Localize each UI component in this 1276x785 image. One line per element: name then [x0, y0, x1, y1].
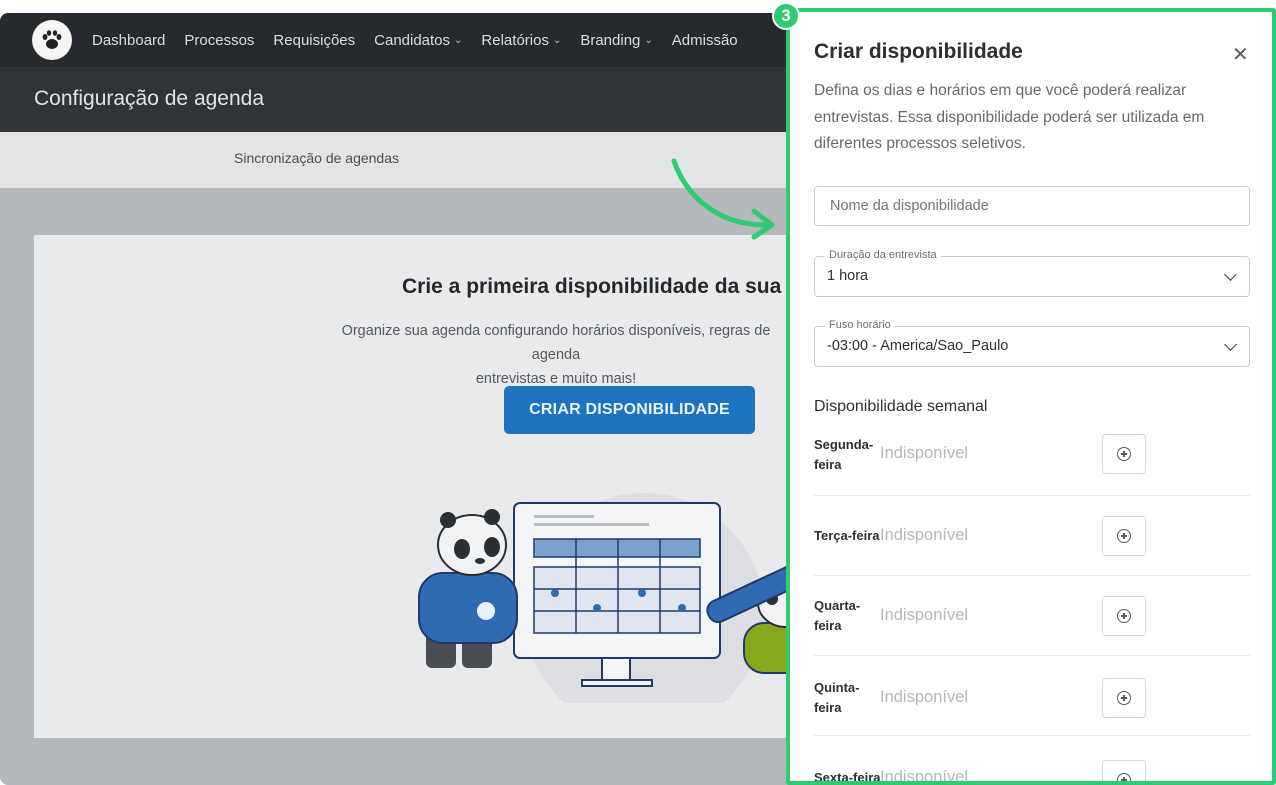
chevron-down-icon: ⌄ — [644, 34, 653, 46]
plus-circle-icon — [1117, 447, 1131, 461]
plus-circle-icon — [1117, 609, 1131, 623]
close-icon[interactable]: ✕ — [1232, 42, 1249, 67]
day-status: Indisponível — [880, 606, 969, 624]
interview-duration-label: Duração da entrevista — [825, 249, 941, 261]
day-name: Segunda- feira — [814, 437, 874, 472]
plus-circle-icon — [1117, 529, 1131, 543]
day-row-thursday: Quinta- feira Indisponível — [814, 656, 1250, 736]
background-app: Dashboard Processos Requisições Candidat… — [0, 13, 800, 785]
nav-item-requisicoes[interactable]: Requisições — [273, 32, 355, 49]
chevron-down-icon: ⌄ — [552, 34, 562, 46]
add-slot-button[interactable] — [1102, 596, 1146, 636]
panda-calendar-illustration — [418, 493, 800, 703]
page-title: Configuração de agenda — [34, 87, 265, 110]
day-name: Quinta- feira — [814, 680, 860, 715]
callout-arrow-icon — [671, 158, 775, 240]
panel-description: Defina os dias e horários em que você po… — [814, 82, 1205, 152]
step-badge: 3 — [772, 2, 800, 30]
empty-state-heading: Crie a primeira disponibilidade da sua a — [402, 275, 799, 298]
day-row-wednesday: Quarta- feira Indisponível — [814, 576, 1250, 656]
plus-circle-icon — [1117, 773, 1131, 781]
paw-logo-icon[interactable] — [32, 20, 72, 60]
availability-name-input[interactable]: Nome da disponibilidade — [814, 186, 1250, 226]
top-navbar: Dashboard Processos Requisições Candidat… — [0, 13, 800, 67]
nav-item-admissao[interactable]: Admissão — [672, 32, 738, 49]
availability-name-placeholder: Nome da disponibilidade — [830, 198, 989, 214]
nav-item-processos[interactable]: Processos — [184, 32, 254, 49]
day-row-tuesday: Terça-feira Indisponível — [814, 496, 1250, 576]
nav-menu: Dashboard Processos Requisições Candidat… — [92, 13, 738, 67]
day-row-friday: Sexta-feira Indisponível — [814, 736, 1250, 785]
create-availability-button[interactable]: CRIAR DISPONIBILIDADE — [504, 386, 755, 434]
nav-item-branding[interactable]: Branding ⌄ — [580, 32, 652, 49]
timezone-value: -03:00 - America/Sao_Paulo — [827, 338, 1009, 354]
day-name: Sexta-feira — [814, 770, 881, 785]
nav-item-dashboard[interactable]: Dashboard — [92, 32, 165, 49]
add-slot-button[interactable] — [1102, 678, 1146, 718]
nav-item-candidatos[interactable]: Candidatos ⌄ — [374, 32, 462, 49]
add-slot-button[interactable] — [1102, 516, 1146, 556]
interview-duration-select[interactable]: Duração da entrevista 1 hora — [814, 249, 1250, 297]
day-name: Terça-feira — [814, 528, 880, 543]
add-slot-button[interactable] — [1102, 434, 1146, 474]
page-header: Configuração de agenda — [0, 67, 800, 132]
timezone-label: Fuso horário — [825, 319, 895, 331]
chevron-down-icon — [1224, 338, 1237, 351]
nav-item-relatorios[interactable]: Relatórios ⌄ — [481, 32, 561, 49]
day-row-monday: Segunda- feira Indisponível — [814, 416, 1250, 496]
main-content: Crie a primeira disponibilidade da sua a… — [0, 188, 800, 785]
create-availability-panel: Criar disponibilidade ✕ Defina os dias e… — [786, 8, 1276, 785]
plus-circle-icon — [1117, 691, 1131, 705]
interview-duration-value: 1 hora — [827, 268, 869, 284]
empty-state-card: Crie a primeira disponibilidade da sua a… — [34, 235, 800, 738]
weekly-availability-title: Disponibilidade semanal — [814, 398, 988, 415]
add-slot-button[interactable] — [1102, 760, 1146, 781]
timezone-select[interactable]: Fuso horário -03:00 - America/Sao_Paulo — [814, 319, 1250, 367]
tab-sincronizacao[interactable]: Sincronização de agendas — [234, 150, 399, 166]
day-status: Indisponível — [880, 444, 969, 462]
panel-title: Criar disponibilidade — [814, 40, 1023, 63]
day-status: Indisponível — [880, 688, 969, 706]
day-status: Indisponível — [880, 768, 969, 785]
chevron-down-icon — [1224, 268, 1237, 281]
day-name: Quarta- feira — [814, 598, 861, 633]
empty-state-description: Organize sua agenda configurando horário… — [341, 323, 771, 387]
day-status: Indisponível — [880, 526, 969, 544]
chevron-down-icon: ⌄ — [454, 34, 463, 46]
